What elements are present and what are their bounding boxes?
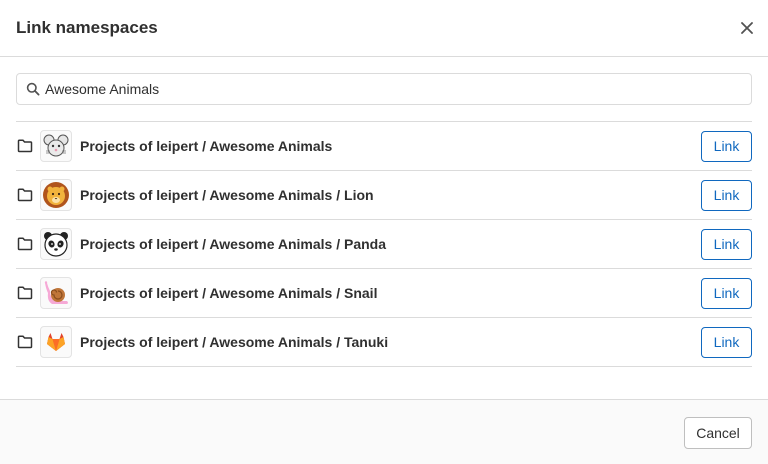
- search-icon: [26, 82, 40, 96]
- namespace-label: Projects of leipert / Awesome Animals / …: [80, 236, 387, 252]
- namespace-label: Projects of leipert / Awesome Animals / …: [80, 187, 374, 203]
- namespace-list: Projects of leipert / Awesome Animals Li…: [16, 121, 752, 367]
- link-button[interactable]: Link: [701, 180, 752, 211]
- cancel-button[interactable]: Cancel: [684, 417, 752, 449]
- list-item: Projects of leipert / Awesome Animals Li…: [16, 122, 752, 171]
- lion-avatar: [40, 179, 72, 211]
- link-button[interactable]: Link: [701, 327, 752, 358]
- folder-icon: [17, 335, 33, 349]
- folder-icon: [17, 286, 33, 300]
- folder-icon: [17, 237, 33, 251]
- panda-avatar: [40, 228, 72, 260]
- folder-icon: [17, 139, 33, 153]
- namespace-label: Projects of leipert / Awesome Animals: [80, 138, 333, 154]
- link-button[interactable]: Link: [701, 131, 752, 162]
- namespace-label: Projects of leipert / Awesome Animals / …: [80, 285, 378, 301]
- modal-header: Link namespaces: [0, 0, 768, 57]
- tanuki-avatar: [40, 326, 72, 358]
- close-icon: [741, 22, 753, 34]
- list-item: Projects of leipert / Awesome Animals / …: [16, 318, 752, 367]
- close-button[interactable]: [736, 17, 758, 39]
- list-item: Projects of leipert / Awesome Animals / …: [16, 269, 752, 318]
- snail-avatar: [40, 277, 72, 309]
- link-namespaces-modal: Link namespaces Awesome Animals Projects…: [0, 0, 768, 464]
- search-input[interactable]: [45, 74, 745, 104]
- modal-footer: Cancel: [0, 399, 768, 464]
- list-item: Projects of leipert / Awesome Animals / …: [16, 171, 752, 220]
- link-button[interactable]: Link: [701, 229, 752, 260]
- search-box[interactable]: [16, 73, 752, 105]
- modal-title: Link namespaces: [16, 18, 158, 37]
- link-button[interactable]: Link: [701, 278, 752, 309]
- namespace-label: Projects of leipert / Awesome Animals / …: [80, 334, 389, 350]
- folder-icon: [17, 188, 33, 202]
- list-item: Projects of leipert / Awesome Animals / …: [16, 220, 752, 269]
- mouse-avatar: [40, 130, 72, 162]
